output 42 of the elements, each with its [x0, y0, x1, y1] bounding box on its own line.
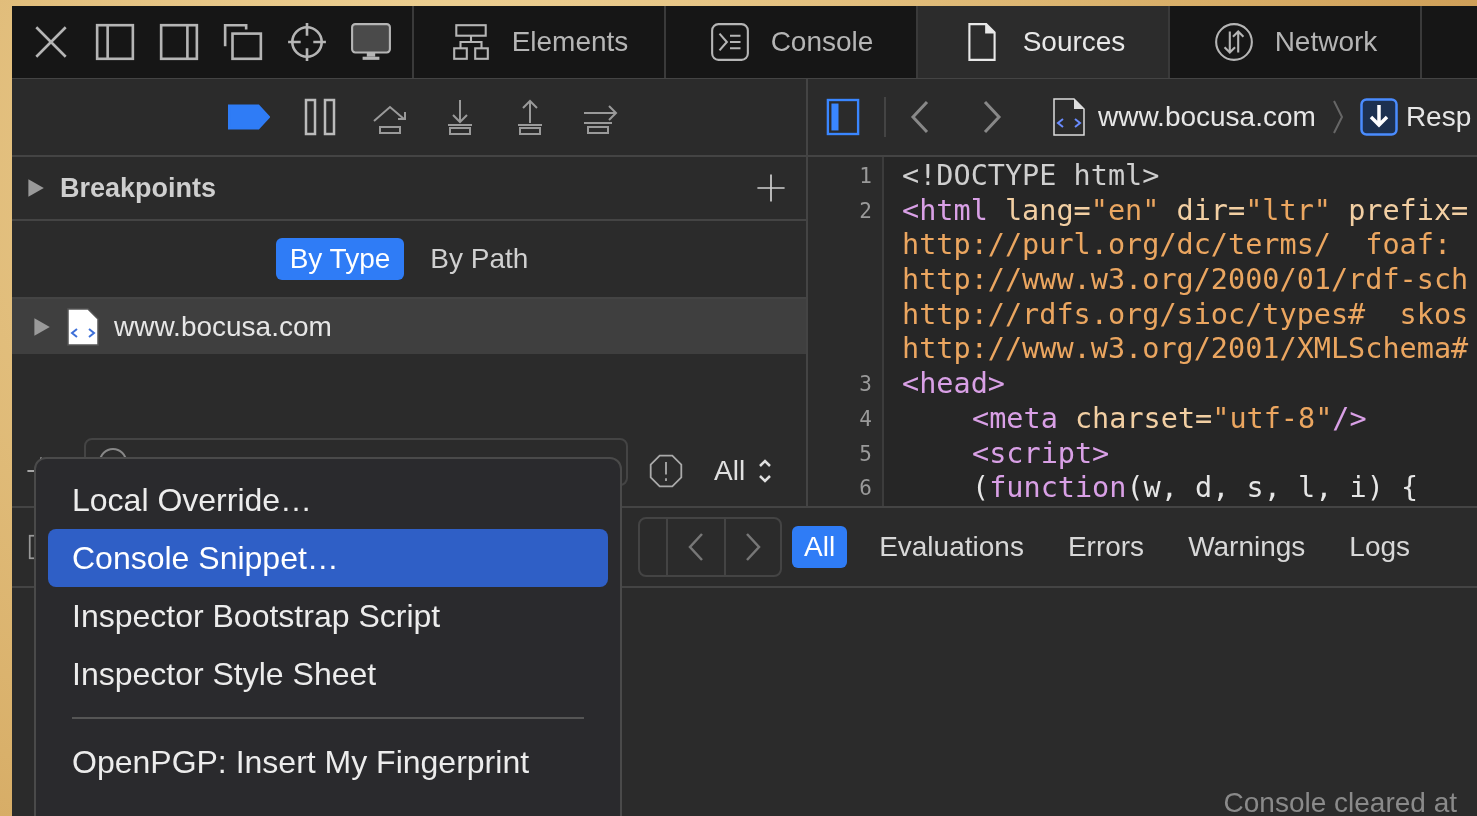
tab-label: Sources [1022, 26, 1126, 58]
line-number: 4 [858, 405, 873, 433]
menu-item[interactable]: Inspector Style Sheet [48, 645, 608, 703]
tab-label: Console [770, 26, 874, 58]
tab[interactable]: Network [1170, 6, 1422, 78]
filter-tab[interactable]: Evaluations [867, 526, 1036, 568]
tab-label: Network [1274, 26, 1378, 58]
breadcrumb[interactable]: www.bocusa.com [1098, 101, 1316, 133]
line-number: 1 [858, 163, 873, 190]
code-line: <html lang="en" dir="ltr" prefix= [902, 193, 1469, 229]
code-line: http://purl.org/dc/terms/ foaf: [902, 228, 1453, 264]
line-number: 6 [858, 475, 873, 503]
code-line: <!DOCTYPE html> [902, 159, 1161, 194]
filter-tab[interactable]: Warnings [1176, 526, 1318, 568]
code-line: http://www.w3.org/2001/XMLSchema# [902, 332, 1469, 368]
menu-item[interactable]: Local Override… [48, 471, 608, 529]
breadcrumb[interactable]: Resp [1405, 101, 1472, 133]
line-number: 5 [858, 440, 873, 468]
segment-button[interactable]: By Type [275, 238, 405, 280]
console-message: Console cleared at [1223, 790, 1457, 816]
line-number: 3 [858, 371, 873, 399]
code-line: (function(w, d, s, l, i) { [971, 471, 1420, 506]
menu-item[interactable]: OpenPGP: Insert My Fingerprint [48, 733, 608, 791]
menu-item[interactable]: Console Snippet… [48, 529, 608, 587]
line-number: 2 [858, 197, 873, 225]
code-line: <meta charset="utf-8"/> [971, 401, 1368, 437]
tab[interactable]: Elements [414, 6, 666, 78]
tab[interactable]: Sources [918, 6, 1170, 78]
tab-label: Elements [511, 26, 629, 58]
filter-tab[interactable]: All [792, 526, 848, 568]
code-line: http://www.w3.org/2000/01/rdf-sch [902, 263, 1469, 298]
code-line: http://rdfs.org/sioc/types# skos [902, 297, 1469, 333]
filter-tab[interactable]: Errors [1055, 526, 1157, 568]
scope-selector[interactable]: All [714, 455, 774, 487]
resource-row[interactable]: www.bocusa.com [12, 299, 806, 354]
section-title: Breakpoints [60, 172, 218, 204]
code-line: <script> [971, 436, 1111, 472]
resource-name: www.bocusa.com [114, 310, 332, 343]
menu-item[interactable]: Inspector Bootstrap Script [48, 587, 608, 645]
segment-button[interactable]: By Path [416, 238, 543, 280]
filter-tab[interactable]: Logs [1337, 526, 1423, 568]
code-line: <head> [902, 367, 1006, 402]
